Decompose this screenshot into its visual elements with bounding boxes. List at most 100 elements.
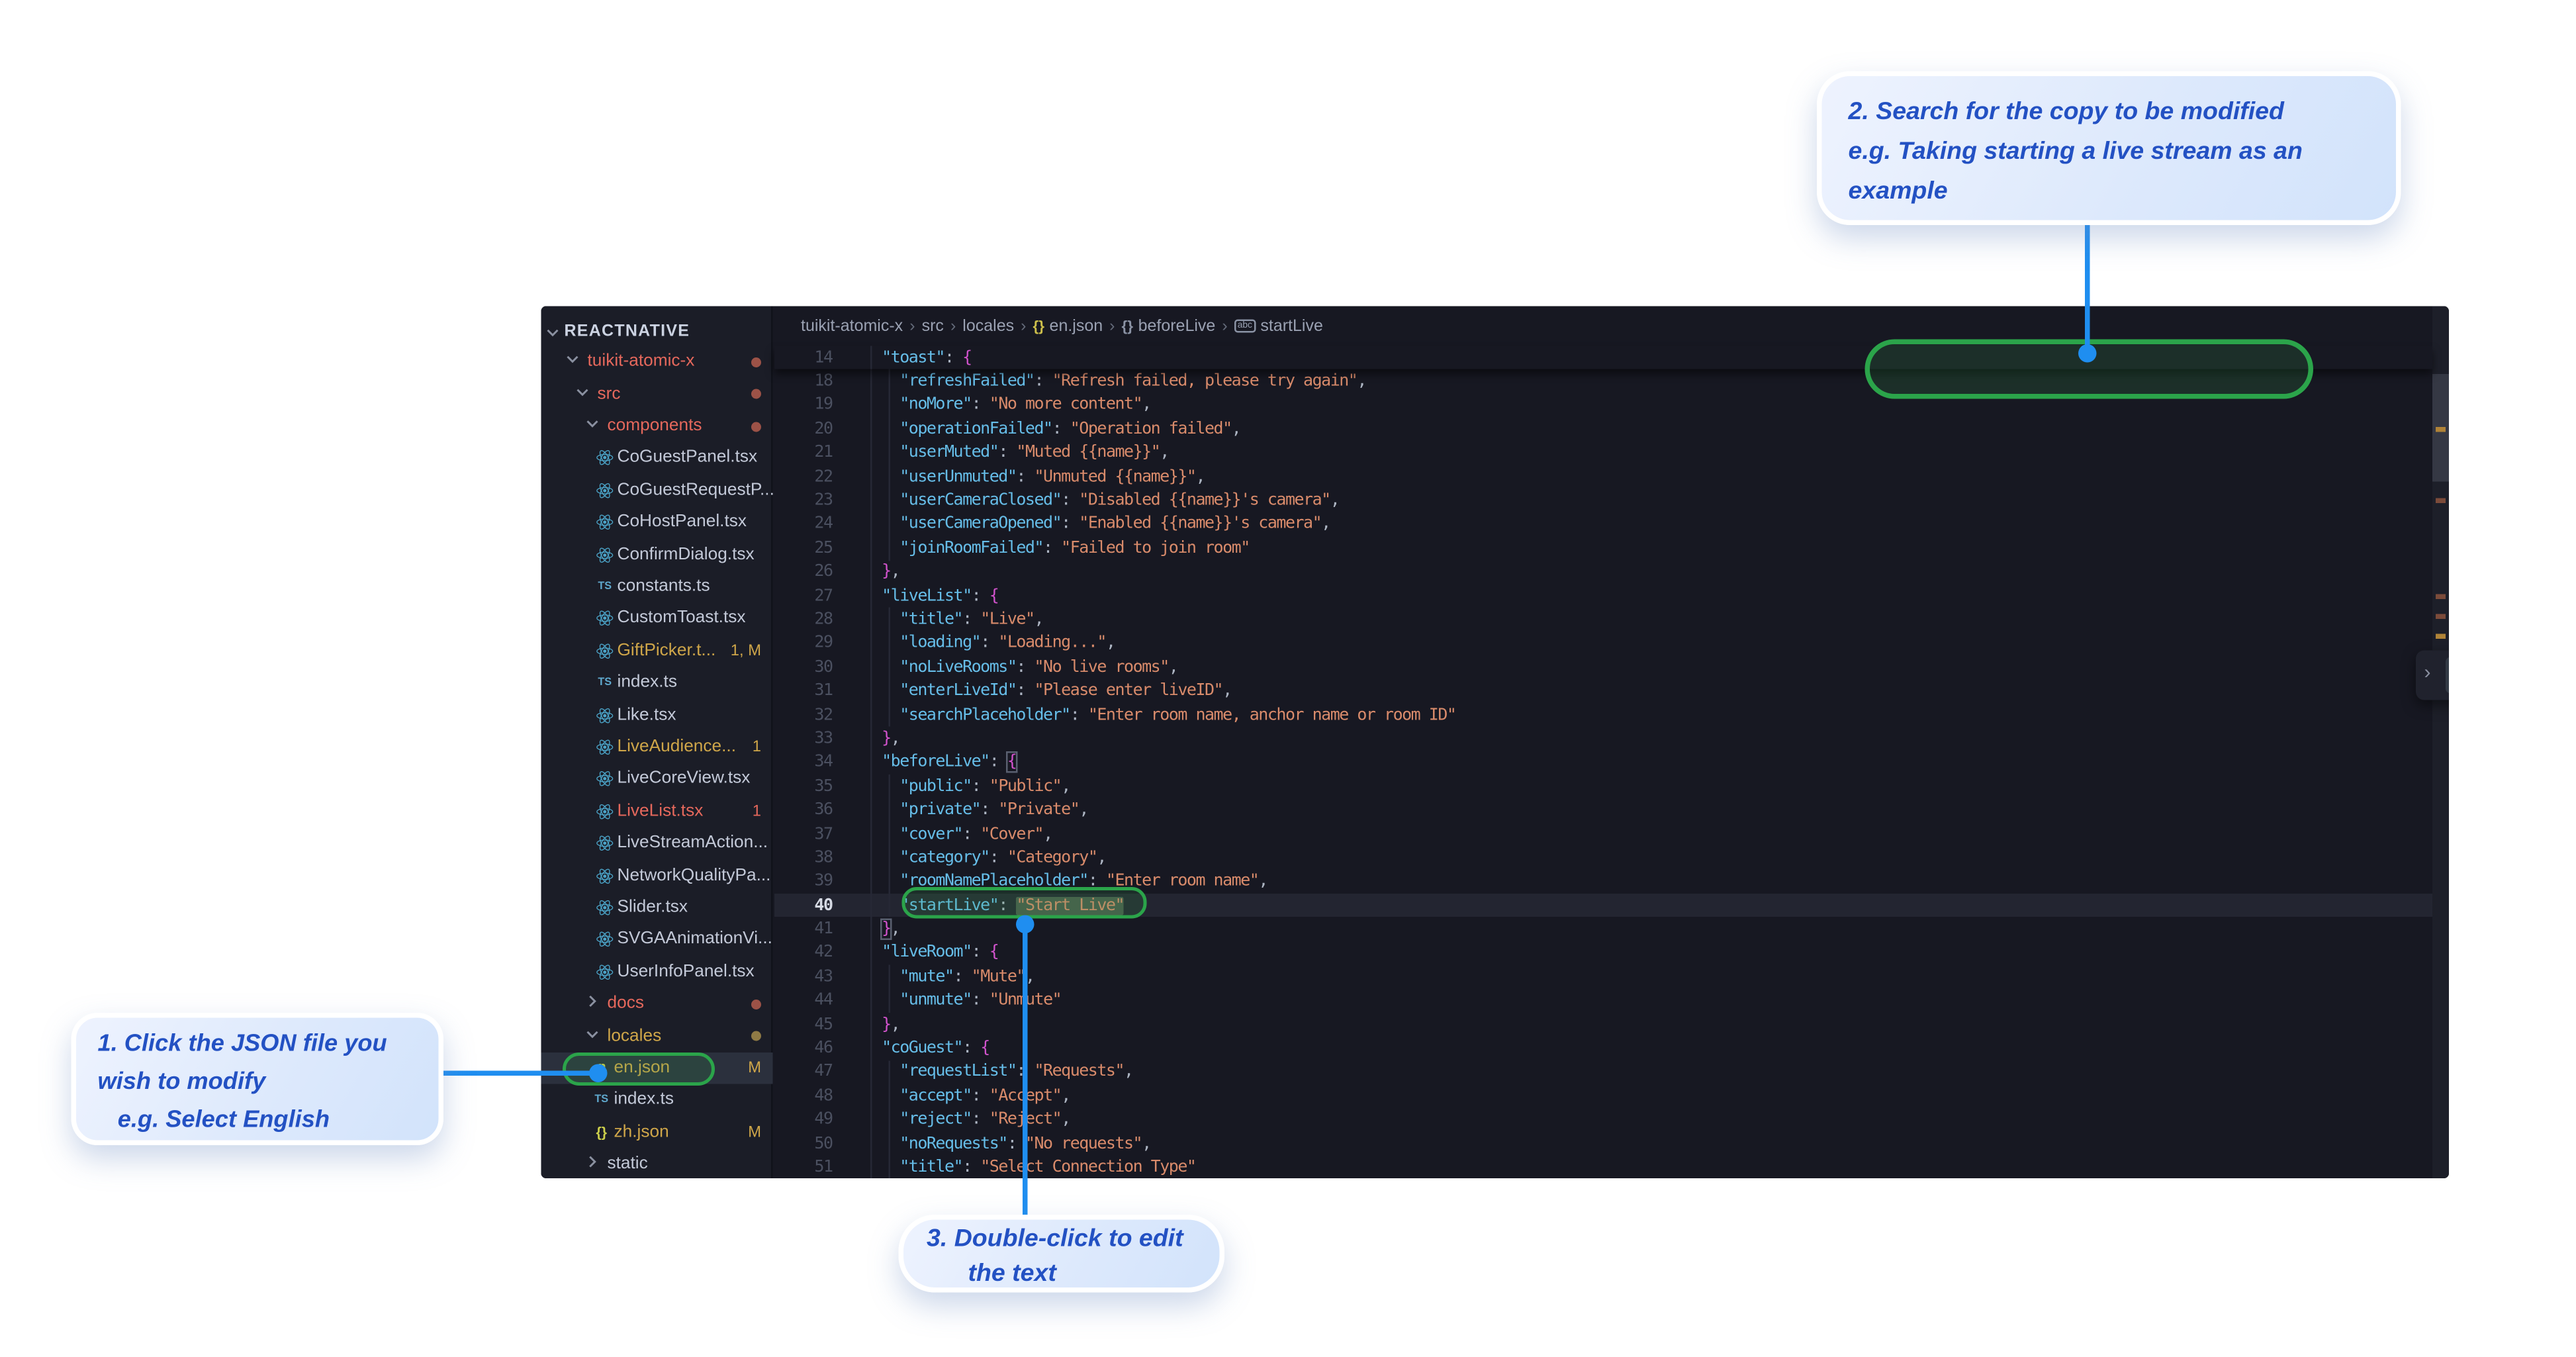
code-line-21[interactable]: 21 "userMuted": "Muted {{name}}", xyxy=(774,441,2432,465)
workspace-root-label: REACTNATIVE xyxy=(565,323,690,342)
callout-1-click-json: 1. Click the JSON file you wish to modif… xyxy=(71,1013,444,1145)
react-icon xyxy=(596,610,614,628)
react-icon xyxy=(596,513,614,532)
code-line-33[interactable]: 33 }, xyxy=(774,727,2432,751)
git-status-dot xyxy=(751,422,761,432)
overview-ruler-mark xyxy=(2436,498,2446,504)
react-icon xyxy=(596,545,614,564)
sidebar-item-slider-tsx[interactable]: Slider.tsx xyxy=(541,892,773,924)
breadcrumb[interactable]: tuikit-atomic-x›src›locales›{}en.json›{}… xyxy=(801,306,1323,346)
vscode-window: REACTNATIVE tuikit-atomic-xsrccomponents… xyxy=(541,306,2450,1179)
typescript-icon: TS xyxy=(596,578,614,596)
sidebar-item-tuikit-atomic-x[interactable]: tuikit-atomic-x xyxy=(541,346,773,378)
sidebar-item-docs[interactable]: docs xyxy=(541,988,773,1020)
sidebar-item-liveaudience-[interactable]: LiveAudience...1 xyxy=(541,731,773,763)
sidebar-item-locales[interactable]: locales xyxy=(541,1020,773,1052)
sidebar-item-like-tsx[interactable]: Like.tsx xyxy=(541,699,773,731)
overview-ruler-mark xyxy=(2436,427,2446,432)
sidebar-item-livecoreview-tsx[interactable]: LiveCoreView.tsx xyxy=(541,763,773,795)
sidebar-item-livelist-tsx[interactable]: LiveList.tsx1 xyxy=(541,796,773,827)
sidebar-item-src[interactable]: src xyxy=(541,378,773,410)
breadcrumb-item[interactable]: src xyxy=(922,317,944,336)
sidebar-item-constants-ts[interactable]: TSconstants.ts xyxy=(541,571,773,603)
connector-line-2 xyxy=(2084,225,2090,353)
badge: M xyxy=(748,1123,761,1142)
breadcrumb-separator: › xyxy=(1220,317,1229,336)
breadcrumb-item[interactable]: beforeLive xyxy=(1138,317,1216,336)
code-line-38[interactable]: 38 "category": "Category", xyxy=(774,846,2432,870)
chevron-right-icon xyxy=(586,1155,599,1168)
code-line-30[interactable]: 30 "noLiveRooms": "No live rooms", xyxy=(774,655,2432,679)
braces-icon: {} xyxy=(1122,318,1134,334)
code-line-26[interactable]: 26 }, xyxy=(774,560,2432,584)
code-line-25[interactable]: 25 "joinRoomFailed": "Failed to join roo… xyxy=(774,536,2432,560)
find-input[interactable]: Start Live Aa ab .* xyxy=(2446,657,2449,694)
react-icon xyxy=(596,449,614,467)
sidebar-item-confirmdialog-tsx[interactable]: ConfirmDialog.tsx xyxy=(541,539,773,571)
badge: 1 xyxy=(753,802,761,821)
sidebar-item-giftpicker-t-[interactable]: GiftPicker.t...1, M xyxy=(541,635,773,667)
string-symbol-icon: abc xyxy=(1234,320,1256,333)
sidebar-item-zh-json[interactable]: {}zh.jsonM xyxy=(541,1117,773,1148)
react-icon xyxy=(596,738,614,757)
code-line-24[interactable]: 24 "userCameraOpened": "Enabled {{name}}… xyxy=(774,512,2432,536)
sidebar-item-svgaanimationvi-[interactable]: SVGAAnimationVi... xyxy=(541,924,773,956)
react-icon xyxy=(596,931,614,949)
react-icon xyxy=(596,641,614,660)
code-line-36[interactable]: 36 "private": "Private", xyxy=(774,798,2432,822)
sidebar-item-coguestrequestp-[interactable]: CoGuestRequestP... xyxy=(541,475,773,506)
code-line-18[interactable]: 18 "refreshFailed": "Refresh failed, ple… xyxy=(774,369,2432,393)
chevron-down-icon xyxy=(586,417,599,430)
sidebar-item-components[interactable]: components xyxy=(541,410,773,442)
code-line-35[interactable]: 35 "public": "Public", xyxy=(774,774,2432,798)
react-icon xyxy=(596,866,614,885)
breadcrumb-separator: › xyxy=(1108,317,1117,336)
code-line-23[interactable]: 23 "userCameraClosed": "Disabled {{name}… xyxy=(774,489,2432,512)
sidebar-item-index-ts[interactable]: TSindex.ts xyxy=(541,1084,773,1116)
code-line-34[interactable]: 34 "beforeLive": { xyxy=(774,751,2432,774)
badge: 1 xyxy=(753,738,761,757)
overview-ruler-mark xyxy=(2436,634,2446,639)
code-line-40[interactable]: 40 "startLive": "Start Live" xyxy=(774,894,2432,917)
sidebar-item-index-ts[interactable]: TSindex.ts xyxy=(541,667,773,699)
chevron-down-icon xyxy=(586,1027,599,1040)
code-line-37[interactable]: 37 "cover": "Cover", xyxy=(774,822,2432,846)
chevron-down-icon xyxy=(546,317,559,347)
badge: 1, M xyxy=(731,642,761,661)
code-line-22[interactable]: 22 "userUnmuted": "Unmuted {{name}}", xyxy=(774,465,2432,489)
sidebar-item-customtoast-tsx[interactable]: CustomToast.tsx xyxy=(541,603,773,635)
sidebar-item-userinfopanel-tsx[interactable]: UserInfoPanel.tsx xyxy=(541,956,773,988)
sidebar-item-en-json[interactable]: {}en.jsonM xyxy=(541,1053,773,1084)
find-widget: › Start Live Aa ab .* 第1项, 共2项 ↑ ↓ ≡ × xyxy=(2416,651,2449,700)
code-line-29[interactable]: 29 "loading": "Loading...", xyxy=(774,632,2432,655)
sidebar-item-coguestpanel-tsx[interactable]: CoGuestPanel.tsx xyxy=(541,442,773,474)
git-status-dot xyxy=(751,357,761,367)
code-line-27[interactable]: 27 "liveList": { xyxy=(774,584,2432,608)
code-line-28[interactable]: 28 "title": "Live", xyxy=(774,608,2432,632)
code-line-31[interactable]: 31 "enterLiveId": "Please enter liveID", xyxy=(774,679,2432,703)
code-line-20[interactable]: 20 "operationFailed": "Operation failed"… xyxy=(774,417,2432,441)
breadcrumb-separator: › xyxy=(948,317,957,336)
sticky-scroll-line: 14 "toast": { xyxy=(774,346,2432,370)
breadcrumb-item[interactable]: startLive xyxy=(1260,317,1322,336)
breadcrumb-item[interactable]: locales xyxy=(962,317,1014,336)
overview-ruler-mark xyxy=(2436,614,2446,620)
code-line-32[interactable]: 32 "searchPlaceholder": "Enter room name… xyxy=(774,703,2432,727)
json-icon: {} xyxy=(592,1123,611,1142)
sidebar-item-livestreamaction-[interactable]: LiveStreamAction... xyxy=(541,827,773,859)
connector-line-1 xyxy=(443,1070,596,1076)
sidebar-item-cohostpanel-tsx[interactable]: CoHostPanel.tsx xyxy=(541,506,773,538)
scrollbar[interactable] xyxy=(2432,306,2449,1179)
code-line-19[interactable]: 19 "noMore": "No more content", xyxy=(774,393,2432,417)
breadcrumb-item[interactable]: tuikit-atomic-x xyxy=(801,317,903,336)
find-expander-icon[interactable]: › xyxy=(2424,661,2431,684)
sidebar-item-networkqualitypa-[interactable]: NetworkQualityPa... xyxy=(541,860,773,892)
callout-3-double-click: 3. Double-click to edit the text xyxy=(899,1215,1225,1293)
typescript-icon: TS xyxy=(596,674,614,692)
git-status-dot xyxy=(751,389,761,399)
explorer-root-row[interactable]: REACTNATIVE xyxy=(541,316,772,348)
breadcrumb-item[interactable]: en.json xyxy=(1050,317,1103,336)
code-line-39[interactable]: 39 "roomNamePlaceholder": "Enter room na… xyxy=(774,870,2432,894)
sidebar-item-static[interactable]: static xyxy=(541,1148,773,1178)
react-icon xyxy=(596,962,614,981)
